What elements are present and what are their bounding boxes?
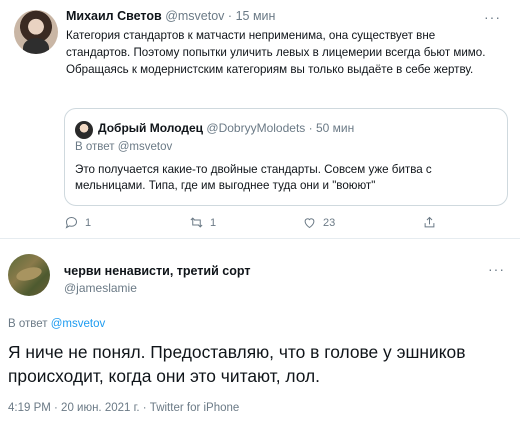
tweet-actions: 1 1 23 (64, 215, 504, 235)
tweet-text: Категория стандартов к матчасти непримен… (66, 29, 486, 76)
quoted-separator: · (308, 121, 313, 135)
retweet-button[interactable]: 1 (189, 215, 216, 230)
tweet-header: Михаил Светов @msvetov · 15 мин (66, 9, 275, 23)
reply-button[interactable]: 1 (64, 215, 91, 230)
original-tweet[interactable]: Михаил Светов @msvetov · 15 мин ··· Кате… (0, 0, 520, 238)
quoted-reply-to: В ответ @msvetov (75, 141, 173, 153)
reply-to-link[interactable]: @msvetov (51, 318, 106, 330)
retweet-count: 1 (210, 216, 217, 229)
like-count: 23 (323, 216, 336, 229)
tweet-time[interactable]: 15 мин (236, 9, 276, 23)
quoted-text: Это получается какие-то двойные стандарт… (75, 163, 432, 192)
header-separator: · (227, 9, 233, 23)
reply-count: 1 (85, 216, 92, 229)
reply-prefix: В ответ (8, 318, 48, 330)
author-handle[interactable]: @msvetov (165, 9, 224, 23)
quoted-avatar (75, 121, 93, 139)
retweet-icon (190, 217, 203, 228)
reply-avatar[interactable] (8, 254, 50, 296)
quoted-author-name: Добрый Молодец (98, 121, 204, 135)
quoted-author-handle: @DobryyMolodets (206, 121, 306, 135)
share-icon (424, 216, 435, 228)
reply-text: Я ниче не понял. Предоставляю, что в гол… (8, 342, 466, 386)
quoted-header: Добрый Молодец @DobryyMolodets · 50 мин (98, 121, 354, 135)
reply-icon (65, 216, 78, 229)
reply-more-options-icon[interactable]: ··· (488, 262, 505, 276)
more-options-icon[interactable]: ··· (484, 10, 501, 24)
divider (0, 238, 520, 239)
quoted-tweet[interactable]: Добрый Молодец @DobryyMolodets · 50 мин … (64, 108, 508, 206)
reply-meta: 4:19 PM · 20 июн. 2021 г. · Twitter for … (8, 402, 240, 414)
share-button[interactable] (422, 215, 437, 230)
avatar[interactable] (14, 10, 58, 54)
quoted-time: 50 мин (315, 121, 355, 135)
reply-author-name[interactable]: черви ненависти, третий сорт (64, 264, 250, 278)
author-name[interactable]: Михаил Светов (66, 9, 162, 23)
like-icon (304, 218, 315, 229)
reply-author-handle[interactable]: @jameslamie (64, 281, 137, 295)
reply-to-line: В ответ @msvetov (8, 318, 105, 330)
like-button[interactable]: 23 (302, 215, 335, 230)
